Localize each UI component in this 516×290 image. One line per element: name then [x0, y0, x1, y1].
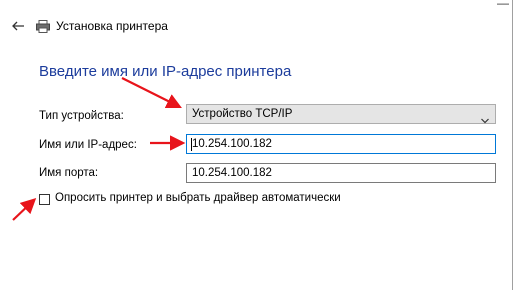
ip-address-value: 10.254.100.182 — [192, 138, 272, 150]
window-title: Установка принтера — [56, 19, 168, 33]
arrow-to-device-type — [121, 77, 182, 108]
close-icon[interactable]: — — [494, 0, 512, 10]
chevron-down-icon — [481, 111, 489, 124]
device-type-value: Устройство TCP/IP — [192, 108, 293, 120]
port-name-label: Имя порта: — [39, 167, 99, 179]
arrow-to-checkbox — [12, 197, 37, 221]
back-arrow-icon[interactable] — [10, 18, 26, 34]
printer-icon — [36, 20, 50, 33]
device-type-select[interactable]: Устройство TCP/IP — [186, 104, 496, 124]
port-name-value: 10.254.100.182 — [192, 167, 272, 179]
device-type-label: Тип устройства: — [39, 110, 124, 122]
page-heading: Введите имя или IP-адрес принтера — [39, 63, 292, 80]
window-border — [512, 0, 513, 290]
ip-address-input[interactable]: 10.254.100.182 — [186, 134, 496, 154]
ip-address-label: Имя или IP-адрес: — [39, 139, 137, 151]
auto-driver-label[interactable]: Опросить принтер и выбрать драйвер автом… — [55, 192, 341, 204]
auto-driver-checkbox[interactable] — [39, 194, 50, 205]
port-name-input[interactable]: 10.254.100.182 — [186, 163, 496, 183]
